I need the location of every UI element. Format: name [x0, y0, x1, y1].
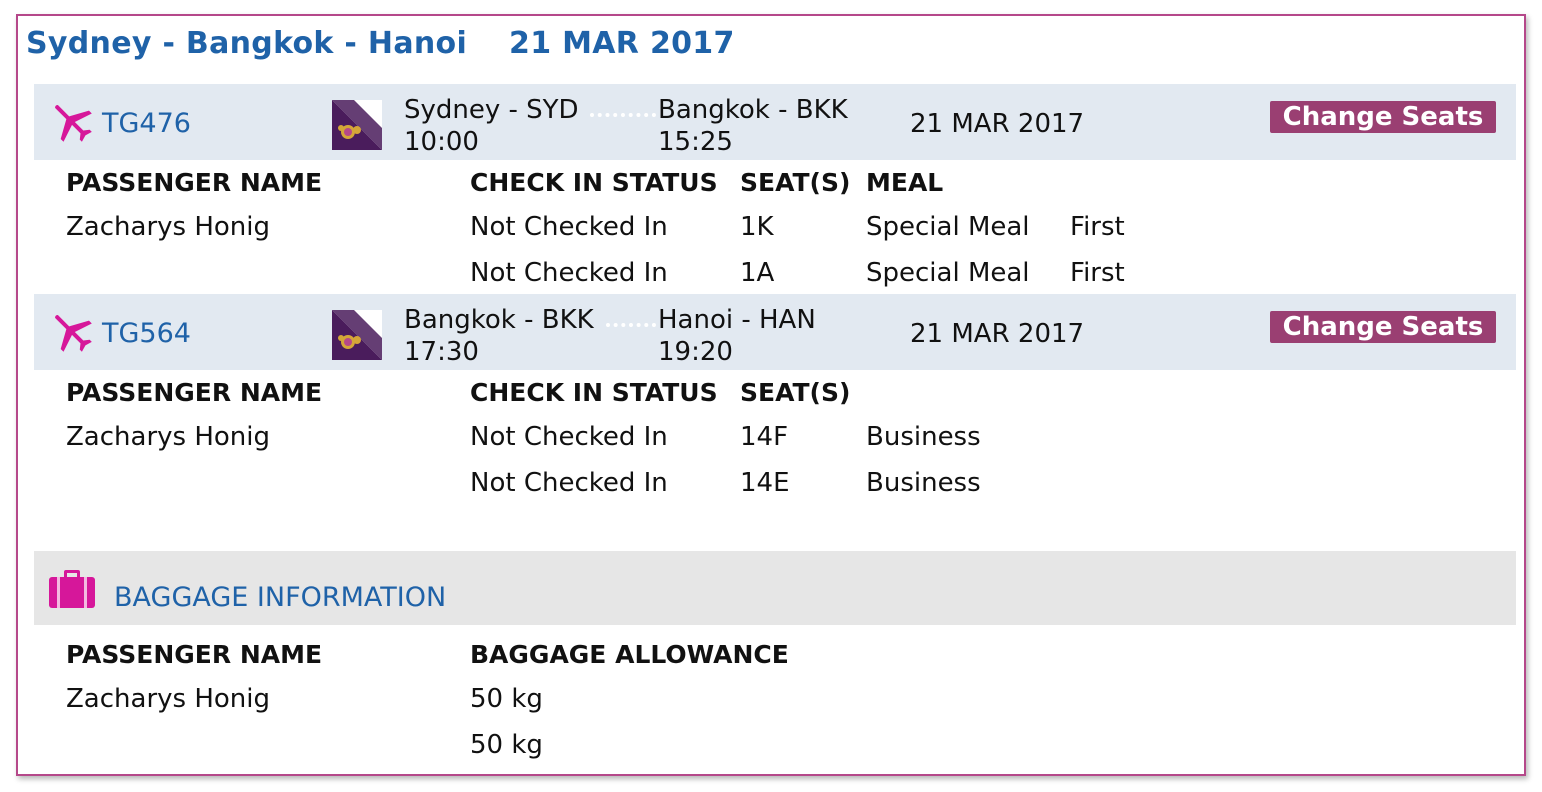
meal-type: Special Meal — [866, 258, 1030, 288]
check-in-status: Not Checked In — [470, 258, 668, 288]
seats-header: SEAT(S) — [740, 378, 851, 407]
meal-header: MEAL — [866, 168, 944, 197]
check-in-status: Not Checked In — [470, 468, 668, 498]
meal-type: Special Meal — [866, 212, 1030, 242]
flight-number[interactable]: TG564 — [102, 318, 191, 349]
change-seats-button[interactable]: Change Seats — [1270, 311, 1496, 343]
trip-title: Sydney - Bangkok - Hanoi 21 MAR 2017 — [26, 26, 735, 61]
thai-airways-logo — [332, 310, 382, 360]
seats-header: SEAT(S) — [740, 168, 851, 197]
check-in-status-header: CHECK IN STATUS — [470, 378, 718, 407]
route-dots — [590, 113, 656, 117]
cabin-class: First — [1070, 212, 1125, 242]
plane-icon — [55, 105, 92, 142]
passenger-name-header: PASSENGER NAME — [66, 168, 323, 197]
baggage-title[interactable]: BAGGAGE INFORMATION — [114, 582, 446, 613]
passenger-name-header: PASSENGER NAME — [66, 640, 323, 669]
change-seats-button[interactable]: Change Seats — [1270, 101, 1496, 133]
destination-block: Bangkok - BKK 15:25 — [658, 94, 848, 158]
baggage-header: BAGGAGE INFORMATION — [34, 551, 1516, 625]
baggage-allowance: 50 kg — [470, 730, 543, 760]
flight-date: 21 MAR 2017 — [910, 109, 1085, 139]
depart-time: 10:00 — [404, 127, 479, 157]
check-in-status: Not Checked In — [470, 422, 668, 452]
passenger-name: Zacharys Honig — [66, 684, 271, 714]
thai-airways-logo — [332, 100, 382, 150]
seat-number: 1K — [740, 212, 774, 242]
origin-city: Sydney - SYD — [404, 95, 579, 125]
route-dots — [606, 323, 656, 327]
cabin-class: First — [1070, 258, 1125, 288]
origin-city: Bangkok - BKK — [404, 305, 594, 335]
check-in-status-header: CHECK IN STATUS — [470, 168, 718, 197]
flight-number[interactable]: TG476 — [102, 108, 191, 139]
origin-block: Bangkok - BKK 17:30 — [404, 304, 594, 368]
depart-time: 17:30 — [404, 337, 479, 367]
flight-header-tg564: TG564 Bangkok - BKK 17:30 Hanoi - HAN 19… — [34, 294, 1516, 370]
passenger-name-header: PASSENGER NAME — [66, 378, 323, 407]
arrive-time: 15:25 — [658, 127, 733, 157]
plane-icon — [55, 315, 92, 352]
flight-date: 21 MAR 2017 — [910, 319, 1085, 349]
seat-number: 1A — [740, 258, 775, 288]
suitcase-icon — [49, 570, 95, 608]
seat-number: 14E — [740, 468, 790, 498]
destination-city: Bangkok - BKK — [658, 95, 848, 125]
passenger-name: Zacharys Honig — [66, 212, 271, 242]
seat-number: 14F — [740, 422, 789, 452]
cabin-class: Business — [866, 422, 981, 452]
destination-block: Hanoi - HAN 19:20 — [658, 304, 816, 368]
origin-block: Sydney - SYD 10:00 — [404, 94, 579, 158]
baggage-allowance: 50 kg — [470, 684, 543, 714]
itinerary-card: Sydney - Bangkok - Hanoi 21 MAR 2017 TG47… — [16, 14, 1526, 776]
trip-date: 21 MAR 2017 — [509, 26, 735, 61]
destination-city: Hanoi - HAN — [658, 305, 816, 335]
check-in-status: Not Checked In — [470, 212, 668, 242]
baggage-allowance-header: BAGGAGE ALLOWANCE — [470, 640, 789, 669]
flight-header-tg476: TG476 Sydney - SYD 10:00 Bangkok - BKK 1… — [34, 84, 1516, 160]
passenger-name: Zacharys Honig — [66, 422, 271, 452]
trip-route: Sydney - Bangkok - Hanoi — [26, 26, 468, 61]
arrive-time: 19:20 — [658, 337, 733, 367]
cabin-class: Business — [866, 468, 981, 498]
